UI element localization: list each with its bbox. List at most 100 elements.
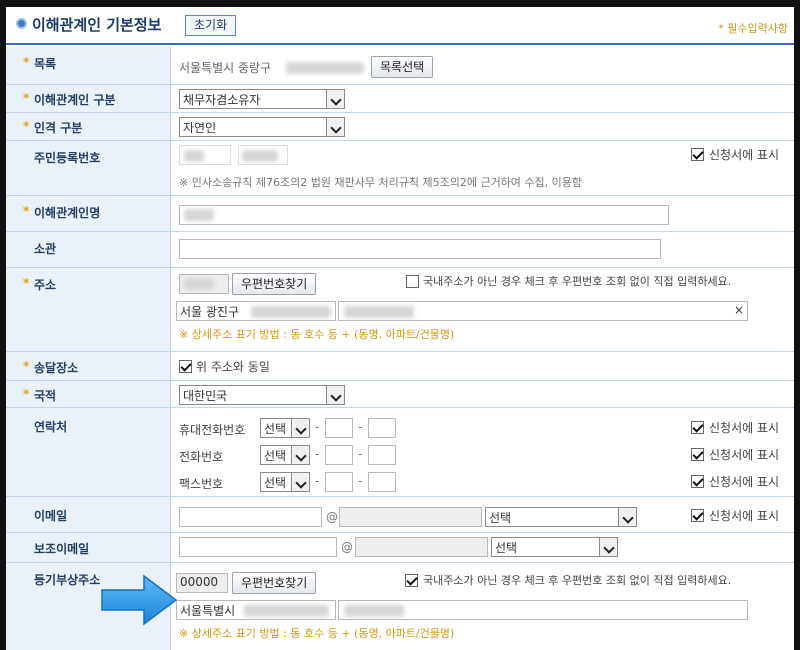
mobile-last-input[interactable] — [368, 418, 396, 438]
mobile-show-label: 신청서에 표시 — [709, 421, 780, 435]
sub-email-domain-select[interactable]: 선택 — [491, 537, 618, 557]
address-label: 주소 — [34, 278, 57, 292]
nationality-value: 대한민국 — [183, 389, 228, 403]
rrn-front-masked — [184, 150, 204, 162]
name-masked — [184, 209, 214, 221]
name-label: 이해관계인명 — [34, 206, 101, 220]
dash: - — [358, 474, 363, 488]
person-type-label: 인격 구분 — [34, 121, 83, 135]
mobile-prefix-select[interactable]: 선택 — [260, 418, 310, 438]
reg-address-line1-value: 서울특별시 — [180, 604, 236, 618]
email-domain-select[interactable]: 선택 — [485, 507, 637, 527]
phone-prefix-select[interactable]: 선택 — [260, 445, 310, 465]
label-cell: * 인격 구분 — [6, 113, 171, 140]
fax-show-checkbox[interactable] — [691, 475, 704, 488]
address-zip-search-button[interactable]: 우편번호찾기 — [232, 273, 317, 295]
clear-icon[interactable]: × — [734, 303, 744, 317]
nationality-select[interactable]: 대한민국 — [179, 385, 345, 405]
row-address: * 주소 우편번호찾기 국내주소가 아닌 경우 체크 후 우편번호 조회 없이 … — [6, 268, 794, 352]
reset-button[interactable]: 초기화 — [185, 15, 237, 36]
address-line1-masked — [251, 306, 331, 318]
label-cell: 연락처 — [6, 408, 171, 496]
row-person-type: * 인격 구분 자연인 — [6, 113, 794, 141]
delivery-same-checkbox[interactable] — [179, 360, 192, 373]
fax-prefix-select[interactable]: 선택 — [260, 472, 310, 492]
party-type-value: 채무자겸소유자 — [183, 93, 261, 107]
phone-last-input[interactable] — [368, 445, 396, 465]
delivery-same-label: 위 주소와 동일 — [196, 360, 270, 374]
address-line1-value: 서울 광진구 — [180, 305, 240, 319]
email-domain-select-value: 선택 — [489, 511, 512, 525]
chevron-down-icon — [326, 90, 344, 108]
dash: - — [315, 420, 320, 434]
section-header: 이해관계인 기본정보 초기화 * 필수입력사항 — [6, 7, 794, 45]
sub-email-domain-select-value: 선택 — [495, 541, 518, 555]
rrn-legal-note: ※ 민사소송규칙 제76조의2 법원 재판사무 처리규칙 제5조의2에 근거하여… — [179, 176, 583, 189]
email-id-input[interactable] — [179, 507, 322, 527]
reg-zip-value: 00000 — [180, 575, 219, 589]
row-rrn: 주민등록번호 신청서에 표시 ※ 민사소송규칙 제76조의2 법원 재판사무 처… — [6, 141, 794, 196]
chevron-down-icon — [291, 419, 309, 437]
sub-email-domain-input[interactable] — [355, 537, 488, 557]
row-delivery: * 송달장소 위 주소와 동일 — [6, 352, 794, 381]
email-show-label: 신청서에 표시 — [709, 509, 780, 523]
required-star: * — [23, 387, 30, 401]
email-domain-input[interactable] — [339, 507, 482, 527]
address-foreign-checkbox[interactable] — [406, 275, 419, 288]
reg-zip-input[interactable]: 00000 — [176, 573, 228, 593]
sub-email-id-input[interactable] — [179, 537, 337, 557]
row-name: * 이해관계인명 — [6, 196, 794, 232]
address-line2-masked — [344, 306, 414, 318]
fax-show-label: 신청서에 표시 — [709, 475, 780, 489]
address-zip-masked — [184, 278, 214, 290]
reg-foreign-checkbox[interactable] — [405, 574, 418, 587]
label-cell: * 주소 — [6, 268, 171, 351]
email-at: @ — [326, 510, 338, 524]
required-star: * — [23, 55, 30, 69]
bullet-icon — [16, 18, 27, 29]
jurisdiction-label: 소관 — [34, 242, 57, 256]
email-show-checkbox[interactable] — [691, 509, 704, 522]
email-label: 이메일 — [34, 509, 68, 523]
dash: - — [315, 474, 320, 488]
jurisdiction-input[interactable] — [179, 239, 661, 259]
reg-address-line2-masked — [344, 605, 404, 617]
reg-address-hint: ※ 상세주소 표기 방법 : 동 호수 등 + (동명, 아파트/건물명) — [179, 627, 455, 640]
phone-label: 전화번호 — [179, 450, 224, 464]
phone-mid-input[interactable] — [325, 445, 353, 465]
address-hint: ※ 상세주소 표기 방법 : 동 호수 등 + (동명, 아파트/건물명) — [179, 328, 455, 341]
required-star: * — [23, 91, 30, 105]
person-type-select[interactable]: 자연인 — [179, 117, 345, 137]
name-input[interactable] — [179, 205, 669, 225]
rrn-show-label: 신청서에 표시 — [709, 148, 780, 162]
page-title: 이해관계인 기본정보 — [32, 16, 162, 34]
dash: - — [315, 447, 320, 461]
mobile-mid-input[interactable] — [325, 418, 353, 438]
label-cell: * 이해관계인 구분 — [6, 85, 171, 112]
label-cell: * 송달장소 — [6, 352, 171, 380]
fax-label: 팩스번호 — [179, 477, 224, 491]
label-cell: * 이해관계인명 — [6, 196, 171, 231]
fax-prefix-value: 선택 — [264, 476, 287, 490]
sub-email-label: 보조이메일 — [34, 542, 90, 556]
label-cell: 이메일 — [6, 497, 171, 532]
dash: - — [358, 420, 363, 434]
mobile-show-checkbox[interactable] — [691, 421, 704, 434]
row-jurisdiction: 소관 — [6, 232, 794, 268]
chevron-down-icon — [291, 446, 309, 464]
party-type-select[interactable]: 채무자겸소유자 — [179, 89, 345, 109]
phone-show-checkbox[interactable] — [691, 448, 704, 461]
chevron-down-icon — [618, 508, 636, 526]
mobile-label: 휴대전화번호 — [179, 423, 246, 437]
form-frame: 이해관계인 기본정보 초기화 * 필수입력사항 * 목록 서울특별시 중랑구 목… — [6, 7, 794, 650]
fax-mid-input[interactable] — [325, 472, 353, 492]
fax-last-input[interactable] — [368, 472, 396, 492]
reg-zip-search-button[interactable]: 우편번호찾기 — [232, 572, 317, 594]
rrn-show-checkbox[interactable] — [691, 148, 704, 161]
required-star: * — [23, 204, 30, 218]
catalog-select-button[interactable]: 목록선택 — [371, 56, 434, 78]
address-foreign-note: 국내주소가 아닌 경우 체크 후 우편번호 조회 없이 직접 입력하세요. — [423, 275, 732, 288]
required-star: * — [23, 276, 30, 290]
catalog-value: 서울특별시 중랑구 — [179, 61, 272, 75]
nationality-label: 국적 — [34, 389, 57, 403]
